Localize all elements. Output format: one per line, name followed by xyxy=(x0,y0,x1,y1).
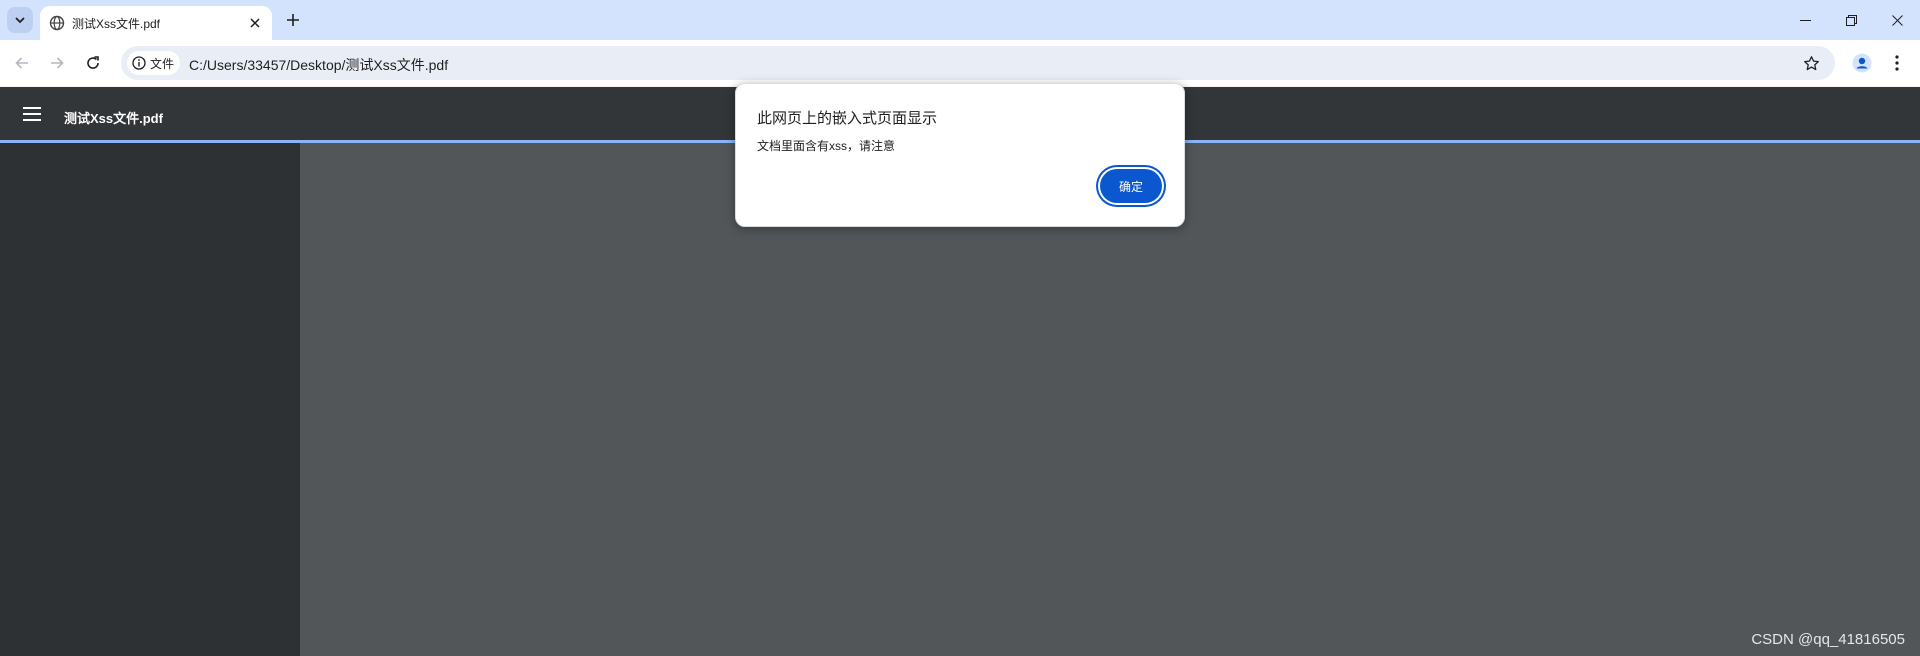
watermark-text: CSDN @qq_41816505 xyxy=(1751,631,1905,648)
browser-tab[interactable]: 测试Xss文件.pdf xyxy=(40,6,272,40)
browser-menu-button[interactable] xyxy=(1884,50,1910,76)
tab-search-button[interactable] xyxy=(7,7,33,33)
new-tab-button[interactable] xyxy=(282,9,304,31)
site-chip-label: 文件 xyxy=(150,56,175,71)
star-icon xyxy=(1803,55,1819,70)
minimize-button[interactable] xyxy=(1782,0,1828,40)
reload-icon xyxy=(87,56,99,69)
site-info-chip[interactable]: 文件 xyxy=(127,51,181,75)
info-icon xyxy=(132,56,146,70)
dialog-message: 文档里面含有xss，请注意 xyxy=(757,139,896,153)
reload-button[interactable] xyxy=(80,50,106,76)
tab-strip: 测试Xss文件.pdf xyxy=(0,0,1920,40)
arrow-left-icon xyxy=(15,57,28,69)
more-vertical-icon xyxy=(1895,55,1899,71)
minimize-icon xyxy=(1799,19,1811,21)
globe-icon xyxy=(49,15,65,31)
pdf-file-title: 测试Xss文件.pdf xyxy=(64,111,163,126)
restore-button[interactable] xyxy=(1828,0,1874,40)
close-icon xyxy=(250,18,260,28)
plus-icon xyxy=(287,14,299,26)
alert-dialog: 此网页上的嵌入式页面显示 文档里面含有xss，请注意 确定 xyxy=(735,83,1185,227)
bookmark-button[interactable] xyxy=(1801,53,1821,73)
close-icon xyxy=(1891,14,1903,26)
tab-title: 测试Xss文件.pdf xyxy=(72,17,161,31)
url-text[interactable]: C:/Users/33457/Desktop/测试Xss文件.pdf xyxy=(189,55,448,75)
address-bar[interactable]: 文件 C:/Users/33457/Desktop/测试Xss文件.pdf xyxy=(121,46,1835,80)
dialog-title: 此网页上的嵌入式页面显示 xyxy=(757,110,938,127)
pdf-thumbnail-sidebar xyxy=(0,143,300,656)
back-button[interactable] xyxy=(9,50,35,76)
hamburger-menu-icon xyxy=(23,107,41,121)
pdf-sidebar-toggle[interactable] xyxy=(20,104,44,124)
browser-toolbar: 文件 C:/Users/33457/Desktop/测试Xss文件.pdf xyxy=(0,40,1920,87)
arrow-right-icon xyxy=(51,57,64,69)
tab-close-button[interactable] xyxy=(246,14,264,32)
close-window-button[interactable] xyxy=(1874,0,1920,40)
profile-button[interactable] xyxy=(1849,50,1875,76)
chevron-down-icon xyxy=(15,17,25,24)
avatar-icon xyxy=(1852,53,1872,73)
forward-button[interactable] xyxy=(44,50,70,76)
ok-button[interactable]: 确定 xyxy=(1100,169,1162,203)
restore-icon xyxy=(1845,14,1857,26)
